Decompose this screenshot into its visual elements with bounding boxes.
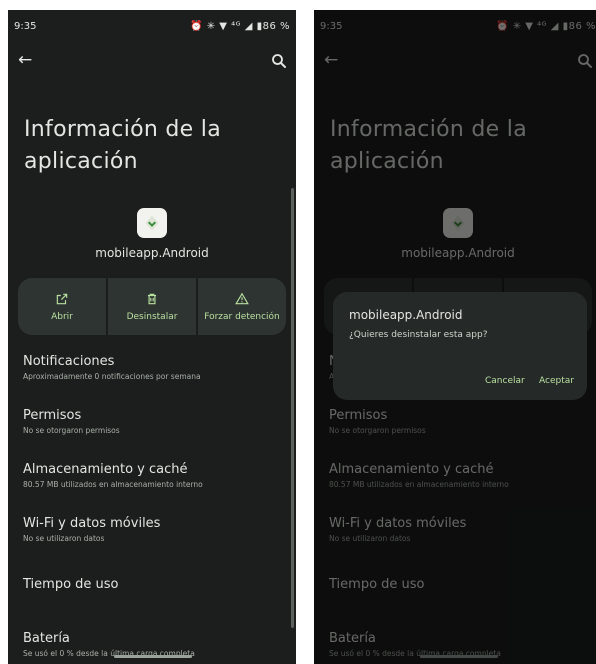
cancel-button[interactable]: Cancelar <box>485 376 525 386</box>
settings-item-notifications[interactable]: Notificaciones Aproximadamente 0 notific… <box>23 354 285 406</box>
item-title: Almacenamiento y caché <box>23 462 188 477</box>
app-logo-icon <box>137 208 167 238</box>
uninstall-button[interactable]: Desinstalar <box>108 278 196 335</box>
settings-list: Notificaciones Aproximadamente 0 notific… <box>23 352 285 664</box>
settings-item-data[interactable]: Wi-Fi y datos móviles No se utilizaron d… <box>23 516 285 568</box>
search-icon[interactable] <box>270 52 288 70</box>
force-stop-button[interactable]: Forzar detención <box>198 278 286 335</box>
item-title: Wi-Fi y datos móviles <box>23 516 161 531</box>
settings-item-screen-time[interactable]: Tiempo de uso <box>23 577 285 629</box>
settings-item-permissions[interactable]: Permisos No se otorgaron permisos <box>23 408 285 460</box>
accept-button[interactable]: Aceptar <box>539 376 574 386</box>
trash-icon <box>147 293 157 304</box>
app-info-screen-dialog: 9:35 ⏰ ✳ ▼ ⁴ᴳ ◢ ▮86 % ← Información de l… <box>314 10 596 664</box>
uninstall-button-label: Desinstalar <box>126 311 178 322</box>
app-name: mobileapp.Android <box>95 246 209 260</box>
force-stop-button-label: Forzar detención <box>204 311 280 322</box>
item-subtitle: Aproximadamente 0 notificaciones por sem… <box>23 372 201 381</box>
item-subtitle: No se otorgaron permisos <box>23 426 120 435</box>
item-subtitle: No se utilizaron datos <box>23 534 105 543</box>
item-title: Batería <box>23 631 70 646</box>
dialog-message: ¿Quieres desinstalar esta app? <box>349 330 488 340</box>
item-title: Permisos <box>23 408 82 423</box>
open-button[interactable]: Abrir <box>18 278 106 335</box>
status-icons: ⏰ ✳ ▼ ⁴ᴳ ◢ ▮86 % <box>190 21 290 32</box>
back-arrow-icon[interactable]: ← <box>18 50 32 70</box>
open-button-label: Abrir <box>51 311 73 322</box>
status-bar: 9:35 ⏰ ✳ ▼ ⁴ᴳ ◢ ▮86 % <box>8 10 296 40</box>
settings-item-battery[interactable]: Batería Se usó el 0 % desde la última ca… <box>23 631 285 664</box>
item-subtitle: 80.57 MB utilizados en almacenamiento in… <box>23 480 203 489</box>
uninstall-dialog: mobileapp.Android ¿Quieres desinstalar e… <box>333 292 587 400</box>
settings-item-storage[interactable]: Almacenamiento y caché 80.57 MB utilizad… <box>23 462 285 514</box>
open-external-icon <box>56 293 68 304</box>
warning-triangle-icon <box>235 292 249 304</box>
action-buttons: Abrir Desinstalar Forzar detención <box>18 278 286 335</box>
top-app-bar: ← <box>8 48 296 78</box>
app-info-screen: 9:35 ⏰ ✳ ▼ ⁴ᴳ ◢ ▮86 % ← Información de l… <box>8 10 296 664</box>
item-title: Notificaciones <box>23 354 115 369</box>
gesture-nav-bar[interactable] <box>114 655 192 658</box>
status-icons-text: ⏰ ✳ ▼ ⁴ᴳ ◢ ▮ <box>190 21 263 32</box>
page-title: Información de la aplicación <box>24 117 221 174</box>
dialog-title: mobileapp.Android <box>349 308 463 322</box>
status-time: 9:35 <box>14 21 37 32</box>
item-title: Tiempo de uso <box>23 577 119 592</box>
scrollbar[interactable] <box>291 188 294 628</box>
battery-level: 86 % <box>262 21 290 32</box>
